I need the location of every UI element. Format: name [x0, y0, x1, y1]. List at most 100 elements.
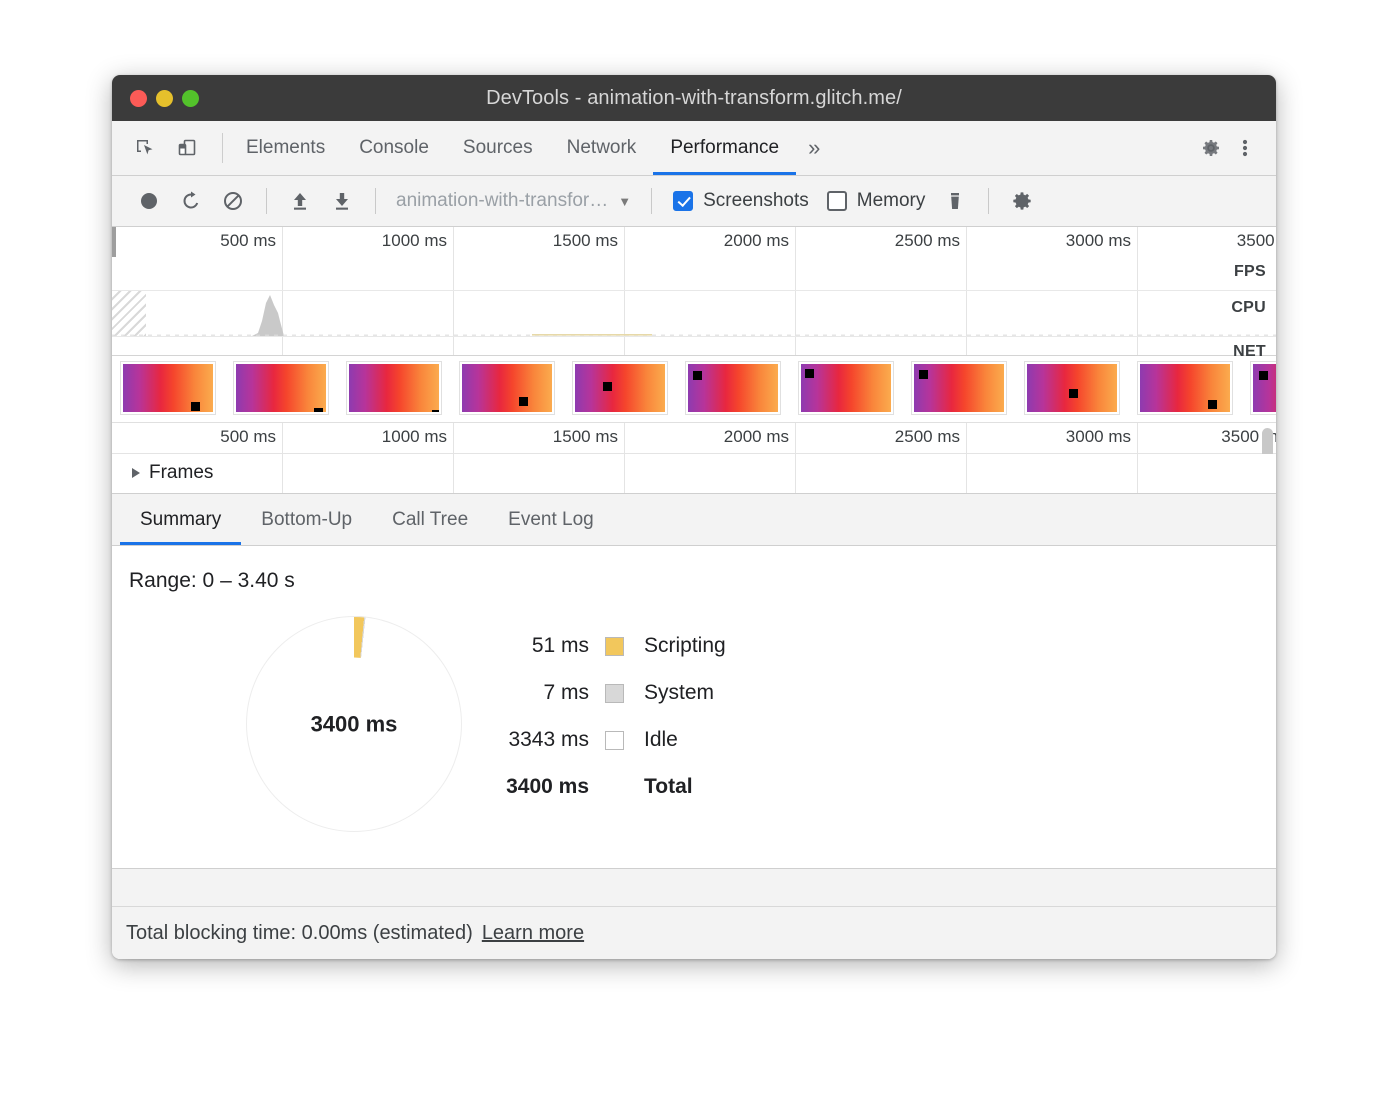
frame-screenshot [914, 364, 1004, 412]
frames-track-header[interactable]: Frames [132, 462, 213, 484]
filmstrip-frame[interactable] [798, 361, 894, 415]
devtools-window: DevTools - animation-with-transform.glit… [112, 75, 1276, 959]
activity-legend: 51 ms Scripting 7 ms System 3343 ms Idle [459, 634, 726, 799]
upload-profile-icon[interactable] [281, 182, 319, 220]
tab-network[interactable]: Network [550, 121, 654, 175]
animated-square [603, 382, 612, 391]
flame-chart-ruler[interactable]: 500 ms 1000 ms 1500 ms 2000 ms 2500 ms 3… [112, 423, 1276, 454]
legend-row-scripting[interactable]: 51 ms Scripting [459, 634, 726, 658]
frame-screenshot [462, 364, 552, 412]
device-toolbar-icon[interactable] [170, 131, 204, 165]
flame-tick-0: 500 ms [220, 427, 282, 447]
more-tabs-icon[interactable]: » [796, 121, 832, 175]
filmstrip-frame[interactable] [346, 361, 442, 415]
legend-swatch-system [605, 684, 624, 703]
minimize-button[interactable] [156, 90, 173, 107]
animated-square [519, 397, 528, 406]
tab-event-log[interactable]: Event Log [488, 494, 614, 545]
frames-track-label: Frames [149, 462, 213, 484]
collapsed-triangle-icon[interactable] [132, 468, 140, 478]
trash-icon[interactable] [936, 182, 974, 220]
frame-screenshot [688, 364, 778, 412]
animated-square [1069, 389, 1078, 398]
filmstrip-frame[interactable] [120, 361, 216, 415]
summary-footer-spacer [112, 868, 1276, 906]
filmstrip-frame[interactable] [572, 361, 668, 415]
donut-center: 3400 ms [288, 658, 421, 791]
legend-row-idle[interactable]: 3343 ms Idle [459, 728, 726, 752]
recording-select[interactable]: animation-with-transfor… ▼ [390, 190, 637, 212]
gear-icon[interactable] [1194, 131, 1228, 165]
legend-row-total: 3400 ms Total [459, 775, 726, 799]
legend-row-system[interactable]: 7 ms System [459, 681, 726, 705]
filmstrip-frame[interactable] [1137, 361, 1233, 415]
donut-total-value: 3400 ms [311, 711, 398, 737]
filmstrip-frame[interactable] [459, 361, 555, 415]
capture-settings-gear-icon[interactable] [1003, 182, 1041, 220]
legend-label-total: Total [644, 775, 693, 799]
filmstrip[interactable] [112, 356, 1276, 423]
frame-screenshot [1027, 364, 1117, 412]
flame-tick-4: 2500 ms [895, 427, 966, 447]
overview-tick-1: 1000 ms [382, 231, 453, 251]
memory-checkbox-box[interactable] [827, 191, 847, 211]
learn-more-link[interactable]: Learn more [482, 922, 584, 945]
screenshot-canvas: DevTools - animation-with-transform.glit… [0, 0, 1388, 1108]
overview-tick-3: 2000 ms [724, 231, 795, 251]
reload-and-record-icon[interactable] [172, 182, 210, 220]
filmstrip-frame[interactable] [1250, 361, 1276, 415]
record-icon[interactable] [130, 182, 168, 220]
timeline-overview[interactable]: 500 ms 1000 ms 1500 ms 2000 ms 2500 ms 3… [112, 227, 1276, 356]
tab-call-tree[interactable]: Call Tree [372, 494, 488, 545]
window-titlebar: DevTools - animation-with-transform.glit… [112, 75, 1276, 121]
window-title: DevTools - animation-with-transform.glit… [112, 87, 1276, 110]
close-button[interactable] [130, 90, 147, 107]
toolbar-divider [222, 133, 223, 163]
screenshots-checkbox-box[interactable] [673, 191, 693, 211]
memory-checkbox[interactable]: Memory [820, 190, 933, 212]
tab-elements[interactable]: Elements [229, 121, 342, 175]
inspect-element-icon[interactable] [128, 131, 162, 165]
overview-tick-6: 3500 ms [1237, 231, 1276, 251]
frame-screenshot [236, 364, 326, 412]
overview-tick-2: 1500 ms [553, 231, 624, 251]
devtools-panel-tabs: Elements Console Sources Network Perform… [229, 121, 832, 175]
summary-chart-area: 3400 ms 51 ms Scripting 7 ms System [129, 616, 1129, 866]
window-controls[interactable] [130, 75, 199, 121]
overview-tick-5: 3000 ms [1066, 231, 1137, 251]
legend-value-idle: 3343 ms [459, 728, 605, 752]
animated-square [191, 402, 200, 411]
tab-console[interactable]: Console [342, 121, 446, 175]
toolbar-divider-3 [651, 188, 652, 214]
tab-performance[interactable]: Performance [653, 121, 796, 175]
download-profile-icon[interactable] [323, 182, 361, 220]
flame-tick-5: 3000 ms [1066, 427, 1137, 447]
activity-donut-chart: 3400 ms [246, 616, 462, 832]
range-label: Range: 0 – 3.40 s [129, 569, 295, 593]
tab-sources[interactable]: Sources [446, 121, 550, 175]
legend-value-total: 3400 ms [459, 775, 605, 799]
filmstrip-frame[interactable] [911, 361, 1007, 415]
legend-label-system: System [644, 681, 714, 705]
zoom-button[interactable] [182, 90, 199, 107]
overview-lane-fps: FPS [1234, 263, 1266, 281]
filmstrip-frame[interactable] [1024, 361, 1120, 415]
legend-swatch-idle [605, 731, 624, 750]
legend-label-idle: Idle [644, 728, 678, 752]
animated-square [919, 370, 928, 379]
filmstrip-frame[interactable] [685, 361, 781, 415]
legend-swatch-total [605, 778, 624, 797]
tab-bottom-up[interactable]: Bottom-Up [241, 494, 372, 545]
kebab-menu-icon[interactable] [1228, 131, 1262, 165]
frame-screenshot [123, 364, 213, 412]
status-footer: Total blocking time: 0.00ms (estimated) … [112, 906, 1276, 959]
screenshots-checkbox[interactable]: Screenshots [666, 190, 816, 212]
chevron-down-icon: ▼ [618, 194, 631, 209]
overview-ruler[interactable]: 500 ms 1000 ms 1500 ms 2000 ms 2500 ms 3… [112, 227, 1276, 257]
clear-icon[interactable] [214, 182, 252, 220]
filmstrip-frame[interactable] [233, 361, 329, 415]
devtools-tabstrip-right [1181, 121, 1276, 175]
tab-summary[interactable]: Summary [120, 494, 241, 545]
frames-track[interactable]: Frames [112, 454, 1276, 494]
flame-tick-3: 2000 ms [724, 427, 795, 447]
